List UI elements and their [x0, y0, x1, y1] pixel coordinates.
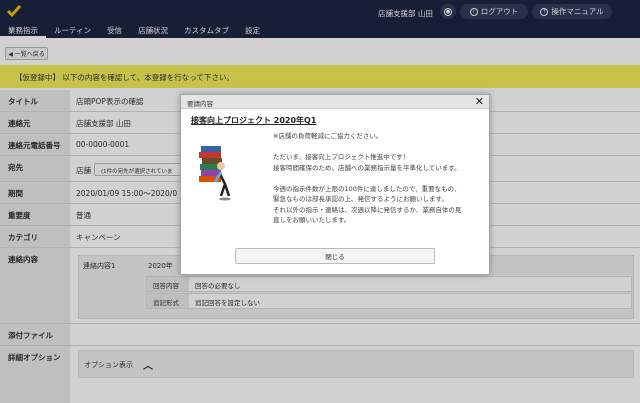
- message-line: ※店舗の負荷軽減にご協力ください。: [273, 132, 383, 140]
- message-line: [273, 173, 483, 184]
- request-modal: 要請内容 ✕ 接客向上プロジェクト 2020年Q1 ※店舗の負荷軽減にご協力くだ…: [180, 94, 490, 275]
- message-line: 接客時間確保のため、店舗への業務指示量を平準化しています。: [273, 163, 461, 172]
- message-line: ただいま、接客向上プロジェクト推進中です！: [273, 153, 410, 161]
- message-line: [273, 142, 483, 153]
- message-line: それ以外の指示・連絡は、次週以降に発信するか、業務自体の見: [273, 205, 462, 214]
- modal-header-title: 要請内容: [187, 100, 213, 108]
- message-line: 緊急なものは部長承認の上、発信するようにお願いします。: [273, 195, 448, 203]
- message-line: 今週の指示件数が上限の100件に達しましたので、重要なもの、: [273, 184, 461, 193]
- close-button[interactable]: 閉じる: [235, 248, 435, 264]
- message-line: 直しをお願いいたします。: [273, 216, 351, 224]
- modal-message: ※店舗の負荷軽減にご協力ください。 ただいま、接客向上プロジェクト推進中です！ …: [273, 131, 483, 226]
- person-carrying-books-icon: [199, 146, 231, 201]
- modal-title: 接客向上プロジェクト 2020年Q1: [191, 116, 317, 125]
- modal-header: 要請内容 ✕: [181, 95, 489, 109]
- close-icon[interactable]: ✕: [475, 95, 484, 108]
